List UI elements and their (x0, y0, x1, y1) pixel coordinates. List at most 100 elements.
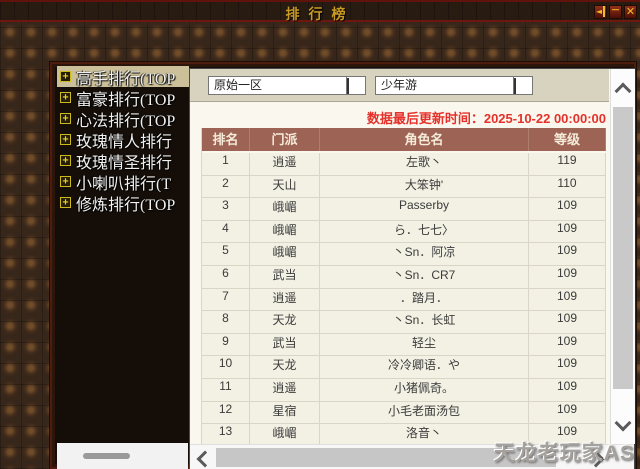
scroll-left-icon[interactable] (196, 450, 214, 468)
rank-cell: 12 (202, 401, 250, 425)
name-cell: 冷冷卿语．や (320, 356, 529, 379)
sect-cell: 武当 (250, 265, 320, 289)
name-cell: 丶Sn．CR7 (320, 265, 529, 289)
rank-cell: 4 (202, 220, 250, 244)
server-select[interactable]: 原始一区 (208, 76, 366, 95)
sect-cell: 峨嵋 (250, 243, 320, 266)
chevron-down-icon (347, 78, 349, 94)
rank-cell: 3 (202, 198, 250, 221)
sect-cell: 逍遥 (250, 288, 320, 312)
level-cell: 109 (529, 311, 606, 334)
table-header-cell: 排名 (202, 128, 250, 151)
ranking-window: 排行榜 ◄ － ✕ + 高手排行(TOP + 富豪排行(TOP + 心法排行(T… (0, 0, 640, 469)
rank-cell: 11 (202, 378, 250, 402)
tree-item-label: 小喇叭排行(T (76, 175, 172, 193)
rank-cell: 8 (202, 311, 250, 334)
filter-toolbar: 原始一区 少年游 (190, 69, 609, 102)
tree-item[interactable]: + 修炼排行(TOP (57, 192, 189, 213)
table-row: 1 逍遥 左歌丶 119 (202, 153, 606, 176)
table-row: 4 峨嵋 ら．七七〉 109 (202, 220, 606, 244)
tree-item-label: 高手排行(TOP (76, 70, 176, 88)
category-select-value: 少年游 (381, 78, 418, 92)
level-cell: 109 (529, 220, 606, 244)
table-header-cell: 等级 (529, 128, 606, 151)
rank-cell: 7 (202, 288, 250, 312)
name-cell: 小毛老面汤包 (320, 401, 529, 425)
name-cell: ら．七七〉 (320, 220, 529, 244)
expand-plus-icon[interactable]: + (60, 155, 71, 166)
tree-item[interactable]: + 心法排行(TOP (57, 108, 189, 129)
server-select-value: 原始一区 (214, 78, 263, 92)
scroll-down-icon[interactable] (614, 414, 632, 432)
ranking-table: 排名 门派 角色名 等级 1 逍遥 左歌丶 119 2 天山 大笨钟' 110 3 峨… (201, 128, 606, 447)
level-cell: 109 (529, 333, 606, 357)
level-cell: 119 (529, 153, 606, 176)
level-cell: 109 (529, 401, 606, 425)
expand-plus-icon[interactable]: + (60, 197, 71, 208)
tree-scrollbar-thumb[interactable] (83, 453, 130, 459)
category-select-button[interactable] (513, 77, 532, 94)
close-button[interactable]: ✕ (624, 5, 637, 19)
table-row: 3 峨嵋 Passerby 109 (202, 198, 606, 221)
last-update-notice: 数据最后更新时间：2025-10-22 00:00:00 (366, 111, 606, 126)
name-cell: 丶Sn．阿凉 (320, 243, 529, 266)
name-cell: 小猪佩奇。 (320, 378, 529, 402)
minimize-icon: － (610, 6, 620, 16)
sect-cell: 天山 (250, 175, 320, 199)
expand-plus-icon[interactable]: + (60, 134, 71, 145)
minimize-button[interactable]: － (609, 5, 622, 19)
name-cell: 左歌丶 (320, 153, 529, 176)
table-row: 8 天龙 丶Sn．长虹 109 (202, 311, 606, 334)
vertical-scrollbar[interactable] (610, 69, 635, 444)
rank-cell: 2 (202, 175, 250, 199)
level-cell: 109 (529, 378, 606, 402)
sect-cell: 武当 (250, 333, 320, 357)
sect-cell: 峨嵋 (250, 220, 320, 244)
scroll-up-icon[interactable] (614, 82, 632, 100)
table-row: 6 武当 丶Sn．CR7 109 (202, 265, 606, 289)
vertical-scrollbar-thumb[interactable] (613, 107, 633, 389)
rank-cell: 10 (202, 356, 250, 379)
ranking-panel: 原始一区 少年游 数据最后更新时间：2025-10-22 00:00:00 排名… (189, 68, 635, 469)
sect-cell: 逍遥 (250, 378, 320, 402)
title-bar[interactable]: 排行榜 ◄ － ✕ (0, 0, 640, 23)
tree-item[interactable]: + 玫瑰情人排行 (57, 129, 189, 150)
window-title: 排行榜 (285, 8, 355, 23)
category-select[interactable]: 少年游 (375, 76, 533, 95)
table-row: 2 天山 大笨钟' 110 (202, 175, 606, 199)
tree-item[interactable]: + 富豪排行(TOP (57, 87, 189, 108)
collapse-button[interactable]: ◄ (594, 5, 607, 19)
tree-item[interactable]: + 小喇叭排行(T (57, 171, 189, 192)
tree-item-label: 玫瑰情人排行 (76, 133, 173, 151)
expand-plus-icon[interactable]: + (60, 113, 71, 124)
tree-item[interactable]: + 玫瑰情圣排行 (57, 150, 189, 171)
table-row: 12 星宿 小毛老面汤包 109 (202, 401, 606, 425)
ranking-category-tree: + 高手排行(TOP + 富豪排行(TOP + 心法排行(TOP + 玫瑰情人排… (57, 66, 189, 213)
table-header-cell: 门派 (250, 128, 320, 151)
window-controls: ◄ － ✕ (594, 5, 637, 19)
name-cell: 大笨钟' (320, 175, 529, 199)
table-row: 9 武当 轻尘 109 (202, 333, 606, 357)
sect-cell: 逍遥 (250, 153, 320, 176)
tree-horizontal-scrollbar[interactable] (57, 443, 188, 469)
expand-plus-icon[interactable]: + (60, 92, 71, 103)
table-row: 7 逍遥 ．踏月． 109 (202, 288, 606, 312)
watermark: 天龙老玩家AS (493, 442, 635, 465)
level-cell: 109 (529, 356, 606, 379)
name-cell: 丶Sn．长虹 (320, 311, 529, 334)
tree-item[interactable]: + 高手排行(TOP (57, 66, 189, 87)
table-row: 11 逍遥 小猪佩奇。 109 (202, 378, 606, 402)
table-header-row: 排名 门派 角色名 等级 (202, 128, 606, 153)
sect-cell: 峨嵋 (250, 198, 320, 221)
rank-cell: 5 (202, 243, 250, 266)
sect-cell: 天龙 (250, 311, 320, 334)
server-select-button[interactable] (346, 77, 365, 94)
name-cell: ．踏月． (320, 288, 529, 312)
table-row: 5 峨嵋 丶Sn．阿凉 109 (202, 243, 606, 266)
close-icon: ✕ (625, 5, 636, 18)
expand-plus-icon[interactable]: + (60, 71, 71, 82)
chevron-down-icon (514, 78, 516, 94)
expand-plus-icon[interactable]: + (60, 176, 71, 187)
level-cell: 109 (529, 243, 606, 266)
table-row: 10 天龙 冷冷卿语．や 109 (202, 356, 606, 379)
